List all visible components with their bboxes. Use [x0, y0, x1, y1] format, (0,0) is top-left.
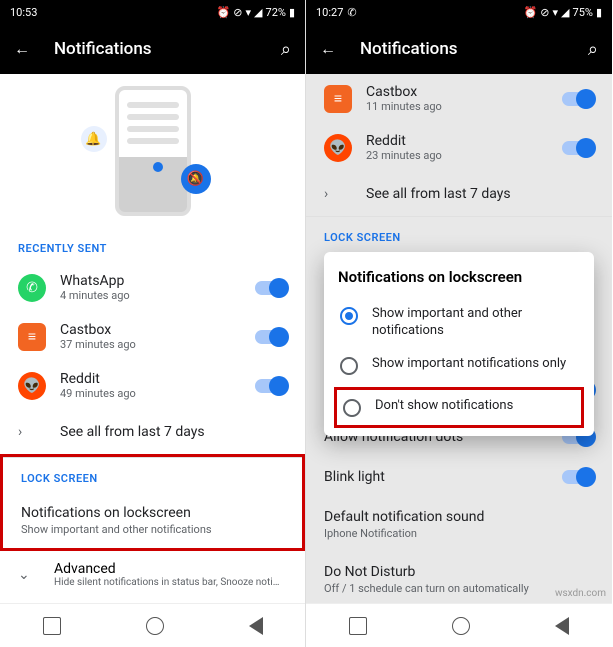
status-bar: 10:27 ✆ ⏰ ⊘ ▾ ◢ 75% ▮: [306, 0, 612, 24]
bell-off-icon: 🔕: [181, 164, 211, 194]
signal-icon: ◢: [561, 6, 569, 19]
reddit-icon: 👽: [18, 372, 46, 400]
watermark: wsxdn.com: [555, 588, 606, 599]
nav-home[interactable]: [452, 617, 470, 635]
app-row-reddit[interactable]: 👽 Reddit 23 minutes ago: [306, 123, 612, 172]
back-icon[interactable]: ←: [14, 39, 30, 59]
search-icon[interactable]: ⌕: [281, 39, 291, 60]
nav-bar: [0, 603, 305, 647]
wifi-icon: ▾: [246, 6, 252, 19]
chevron-right-icon: ›: [18, 424, 32, 440]
setting-blink-light[interactable]: Blink light: [306, 457, 612, 497]
status-time: 10:27: [316, 6, 343, 19]
radio-option-show-all[interactable]: Show important and other notifications: [338, 298, 580, 348]
radio-icon: [340, 307, 358, 325]
bell-icon: 🔔: [81, 126, 107, 152]
app-row-castbox[interactable]: ≡ Castbox 37 minutes ago: [0, 312, 305, 361]
search-icon[interactable]: ⌕: [588, 39, 598, 60]
setting-notifications-lockscreen[interactable]: Notifications on lockscreen Show importa…: [3, 493, 302, 548]
dnd-icon: ⊘: [233, 6, 242, 19]
radio-option-important-only[interactable]: Show important notifications only: [338, 348, 580, 383]
setting-default-sound[interactable]: Default notification sound Iphone Notifi…: [306, 497, 612, 552]
app-bar: ← Notifications ⌕: [306, 24, 612, 74]
radio-icon: [343, 399, 361, 417]
battery-text: 75%: [573, 6, 593, 19]
toggle-whatsapp[interactable]: [255, 281, 287, 295]
lockscreen-dialog: Notifications on lockscreen Show importa…: [324, 252, 594, 436]
nav-back[interactable]: [249, 617, 263, 635]
app-row-castbox[interactable]: ≡ Castbox 11 minutes ago: [306, 74, 612, 123]
toggle-reddit[interactable]: [562, 141, 594, 155]
battery-icon: ▮: [596, 6, 602, 19]
setting-advanced[interactable]: ⌄ Advanced Hide silent notifications in …: [0, 551, 305, 598]
dialog-title: Notifications on lockscreen: [338, 268, 580, 286]
back-icon[interactable]: ←: [320, 39, 336, 59]
see-all-row[interactable]: › See all from last 7 days: [306, 172, 612, 216]
status-time: 10:53: [10, 6, 37, 19]
chevron-down-icon: ⌄: [18, 567, 32, 583]
signal-icon: ◢: [254, 6, 262, 19]
nav-home[interactable]: [146, 617, 164, 635]
section-recently-sent: RECENTLY SENT: [0, 228, 305, 263]
app-row-whatsapp[interactable]: ✆ WhatsApp 4 minutes ago: [0, 263, 305, 312]
status-bar: 10:53 ⏰ ⊘ ▾ ◢ 72% ▮: [0, 0, 305, 24]
page-title: Notifications: [360, 39, 564, 59]
castbox-icon: ≡: [324, 85, 352, 113]
status-icons: ⏰ ⊘ ▾ ◢ 72% ▮: [217, 6, 295, 19]
nav-back[interactable]: [555, 617, 569, 635]
app-bar: ← Notifications ⌕: [0, 24, 305, 74]
whatsapp-status-icon: ✆: [347, 6, 356, 19]
right-screenshot: 10:27 ✆ ⏰ ⊘ ▾ ◢ 75% ▮ ← Notifications ⌕ …: [306, 0, 612, 647]
toggle-castbox[interactable]: [562, 92, 594, 106]
chevron-right-icon: ›: [324, 186, 338, 202]
whatsapp-icon: ✆: [18, 274, 46, 302]
section-lock-screen: LOCK SCREEN: [306, 217, 612, 252]
toggle-castbox[interactable]: [255, 330, 287, 344]
castbox-icon: ≡: [18, 323, 46, 351]
nav-bar: [306, 603, 612, 647]
wifi-icon: ▾: [553, 6, 559, 19]
alarm-icon: ⏰: [524, 6, 538, 19]
reddit-icon: 👽: [324, 134, 352, 162]
hero-illustration: 🔔 🔕: [0, 74, 305, 228]
radio-icon: [340, 357, 358, 375]
nav-recent[interactable]: [43, 617, 61, 635]
left-screenshot: 10:53 ⏰ ⊘ ▾ ◢ 72% ▮ ← Notifications ⌕ 🔔 …: [0, 0, 306, 647]
toggle-blink[interactable]: [562, 470, 594, 484]
radio-option-dont-show[interactable]: Don't show notifications: [334, 387, 584, 428]
battery-text: 72%: [266, 6, 286, 19]
status-icons: ⏰ ⊘ ▾ ◢ 75% ▮: [524, 6, 602, 19]
dnd-icon: ⊘: [540, 6, 549, 19]
alarm-icon: ⏰: [217, 6, 231, 19]
toggle-reddit[interactable]: [255, 379, 287, 393]
page-title: Notifications: [54, 39, 257, 59]
battery-icon: ▮: [289, 6, 295, 19]
app-row-reddit[interactable]: 👽 Reddit 49 minutes ago: [0, 361, 305, 410]
highlight-lockscreen: LOCK SCREEN Notifications on lockscreen …: [0, 454, 305, 551]
section-lock-screen: LOCK SCREEN: [3, 458, 302, 493]
nav-recent[interactable]: [349, 617, 367, 635]
see-all-row[interactable]: › See all from last 7 days: [0, 410, 305, 454]
